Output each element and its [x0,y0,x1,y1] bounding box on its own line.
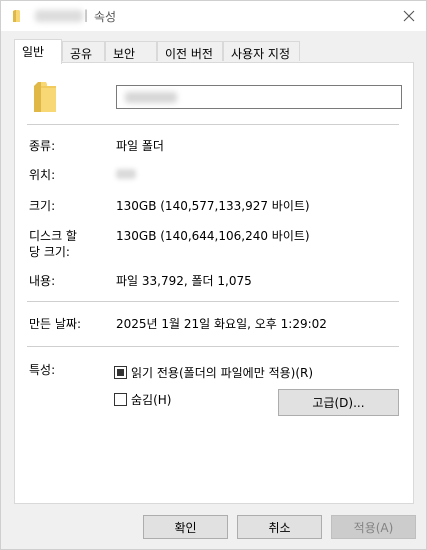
divider [27,301,399,302]
readonly-checkbox[interactable] [114,366,127,379]
folder-icon [13,10,20,22]
folder-name-input[interactable] [116,85,402,109]
created-value: 2025년 1월 21일 화요일, 오후 1:29:02 [116,317,327,331]
type-label: 종류: [29,139,56,153]
folder-name-redacted [125,92,177,103]
divider [27,346,399,347]
size-label: 크기: [29,199,56,213]
size-value: 130GB (140,577,133,927 바이트) [116,199,310,213]
advanced-button[interactable]: 고급(D)... [278,389,399,416]
type-value: 파일 폴더 [116,139,164,153]
tab-security[interactable]: 보안 [105,41,157,61]
window-title: 속성 [94,10,117,24]
tab-sharing[interactable]: 공유 [62,41,105,61]
location-value-redacted [116,169,136,179]
cancel-button[interactable]: 취소 [237,515,322,539]
apply-button[interactable]: 적용(A) [331,515,416,539]
tab-general[interactable]: 일반 [14,39,62,64]
tab-customize[interactable]: 사용자 지정 [223,41,300,61]
close-button[interactable] [397,5,421,27]
disk-size-label-line1: 디스크 할 [29,229,77,243]
close-icon [403,10,415,22]
readonly-label: 읽기 전용(폴더의 파일에만 적용)(R) [131,366,314,380]
created-label: 만든 날짜: [29,317,82,331]
disk-size-value: 130GB (140,644,106,240 바이트) [116,229,310,243]
folder-icon [34,82,56,112]
disk-size-label-line2: 당 크기: [29,245,70,259]
attributes-label: 특성: [29,363,56,377]
location-label: 위치: [29,168,56,182]
general-panel: 종류: 파일 폴더 위치: 크기: 130GB (140,577,133,927… [14,62,414,504]
properties-dialog: | 속성 일반 공유 보안 이전 버전 사용자 지정 종류: 파일 폴더 위치:… [0,0,427,550]
title-bar: | 속성 [1,1,426,31]
tab-previous-versions[interactable]: 이전 버전 [157,41,223,61]
hidden-checkbox-row[interactable]: 숨김(H) [114,391,171,408]
hidden-label: 숨김(H) [131,393,172,407]
contains-label: 내용: [29,274,56,288]
contains-value: 파일 33,792, 폴더 1,075 [116,274,252,288]
ok-button[interactable]: 확인 [143,515,228,539]
readonly-checkbox-row[interactable]: 읽기 전용(폴더의 파일에만 적용)(R) [114,364,313,381]
title-separator: | [84,8,89,22]
hidden-checkbox[interactable] [114,393,127,406]
divider [27,124,399,125]
title-folder-name-redacted [35,10,83,22]
